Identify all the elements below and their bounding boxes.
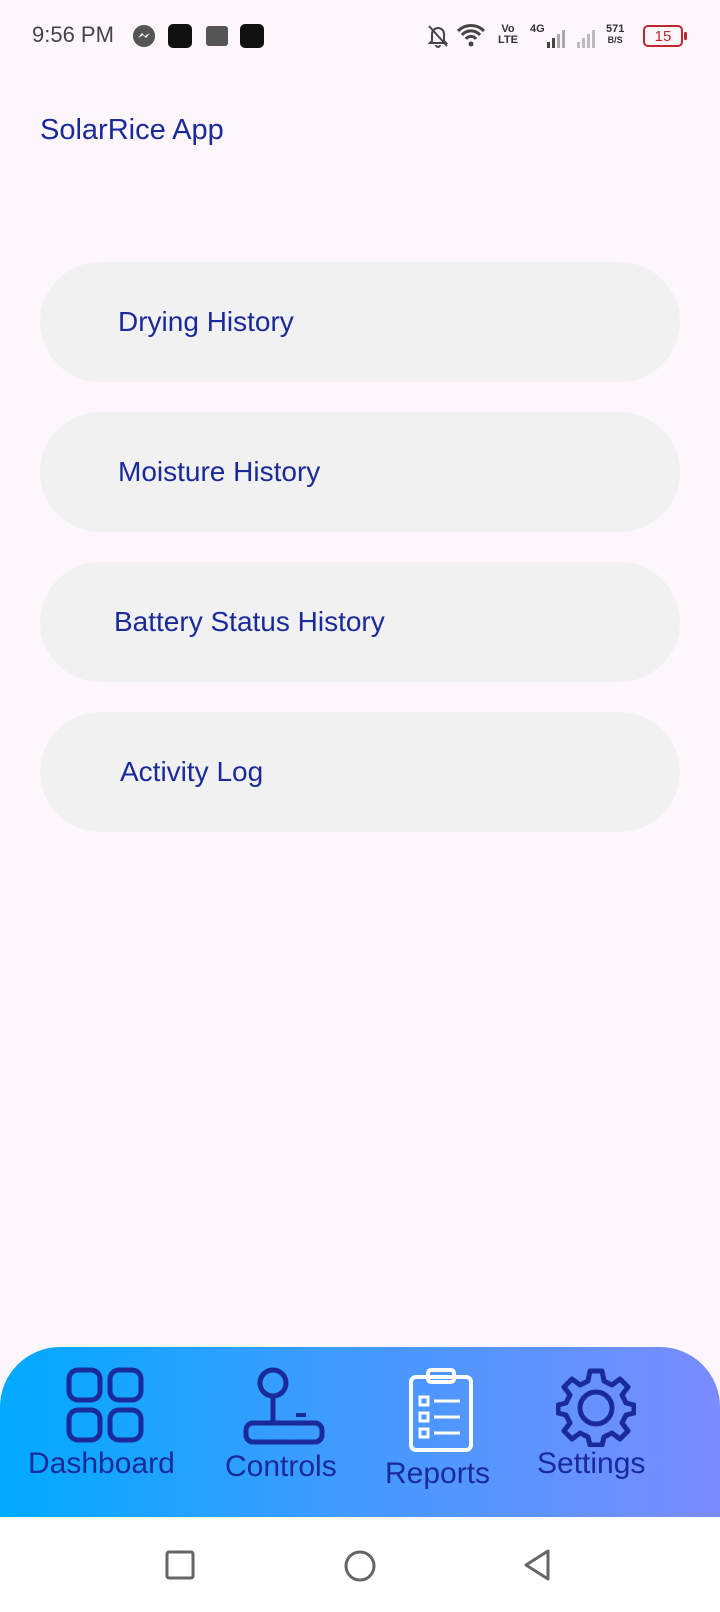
nav-dashboard-label: Dashboard bbox=[28, 1447, 175, 1480]
messenger-icon bbox=[133, 25, 155, 47]
nav-controls[interactable]: Controls bbox=[215, 1347, 355, 1517]
gear-icon bbox=[555, 1367, 637, 1452]
clipboard-icon bbox=[408, 1367, 474, 1458]
drying-history-button[interactable]: Drying History bbox=[40, 262, 680, 382]
nav-settings[interactable]: Settings bbox=[528, 1347, 668, 1517]
app-notification-icon bbox=[240, 24, 264, 48]
nav-reports-label: Reports bbox=[385, 1457, 491, 1490]
speed-value: 571 bbox=[606, 23, 625, 35]
moisture-history-label: Moisture History bbox=[118, 456, 321, 487]
activity-log-label: Activity Log bbox=[120, 756, 264, 787]
back-icon[interactable] bbox=[521, 1548, 553, 1587]
moisture-history-button[interactable]: Moisture History bbox=[40, 412, 680, 532]
activity-log-button[interactable]: Activity Log bbox=[40, 712, 680, 832]
network-speed: 571 B/S bbox=[606, 24, 624, 46]
volte-bottom-text: LTE bbox=[498, 34, 518, 46]
battery-icon: 15 bbox=[643, 25, 687, 47]
network-type: 4G bbox=[530, 23, 545, 35]
nav-settings-label: Settings bbox=[537, 1447, 646, 1480]
volte-indicator: Vo LTE bbox=[498, 24, 518, 46]
home-icon[interactable] bbox=[343, 1549, 377, 1588]
folder-icon bbox=[206, 26, 228, 46]
status-time: 9:56 PM bbox=[32, 22, 114, 47]
nav-reports[interactable]: Reports bbox=[375, 1347, 505, 1517]
battery-level: 15 bbox=[654, 28, 672, 45]
drying-history-label: Drying History bbox=[118, 306, 294, 337]
nav-controls-label: Controls bbox=[225, 1450, 337, 1483]
recents-icon[interactable] bbox=[164, 1549, 196, 1586]
page-title: SolarRice App bbox=[40, 114, 224, 146]
signal-icon-sim2 bbox=[576, 28, 596, 53]
grid-icon bbox=[66, 1367, 144, 1448]
status-bar: 9:56 PM Vo LTE 4G 571 B/S 15 bbox=[0, 0, 720, 76]
system-navigation-bar bbox=[0, 1517, 720, 1612]
bell-off-icon bbox=[426, 23, 450, 54]
battery-status-history-button[interactable]: Battery Status History bbox=[40, 562, 680, 682]
signal-icon bbox=[546, 28, 566, 53]
bottom-navigation: Dashboard Controls Reports Settings bbox=[0, 1347, 720, 1517]
wifi-icon bbox=[456, 22, 486, 53]
app-notification-icon bbox=[168, 24, 192, 48]
battery-status-history-label: Battery Status History bbox=[114, 606, 385, 637]
speed-unit: B/S bbox=[607, 35, 623, 45]
nav-dashboard[interactable]: Dashboard bbox=[20, 1347, 190, 1517]
joystick-icon bbox=[242, 1367, 326, 1452]
